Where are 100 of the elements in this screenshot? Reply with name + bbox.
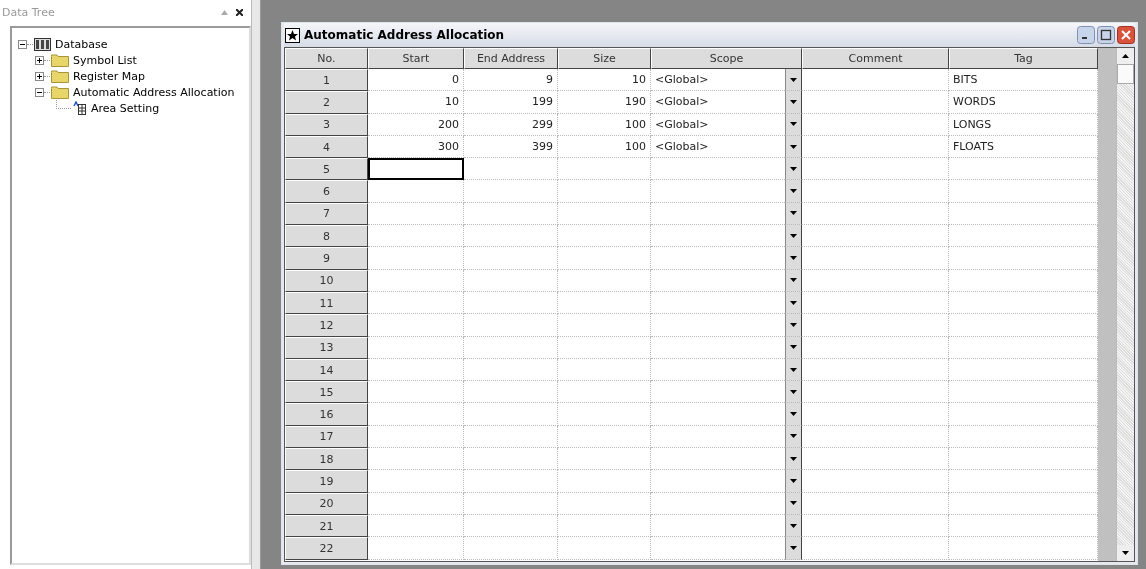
- table-cell[interactable]: [558, 314, 651, 337]
- tree-item[interactable]: Symbol List: [73, 53, 137, 67]
- table-cell[interactable]: [802, 91, 949, 114]
- dropdown-button[interactable]: [785, 202, 802, 226]
- table-cell[interactable]: [368, 425, 464, 449]
- table-cell[interactable]: [558, 448, 651, 471]
- table-cell[interactable]: [368, 492, 464, 515]
- table-cell[interactable]: [558, 158, 651, 181]
- table-cell[interactable]: [464, 425, 558, 449]
- table-cell[interactable]: [802, 314, 949, 337]
- row-number[interactable]: 21: [285, 514, 368, 538]
- table-cell[interactable]: [464, 403, 558, 426]
- table-cell[interactable]: [368, 180, 464, 203]
- table-cell[interactable]: [368, 314, 464, 337]
- maximize-icon[interactable]: [1097, 26, 1115, 44]
- collapse-icon[interactable]: [18, 39, 27, 49]
- collapse-icon[interactable]: [35, 87, 44, 97]
- dropdown-button[interactable]: [785, 158, 802, 181]
- table-cell[interactable]: [464, 202, 558, 226]
- table-cell[interactable]: [802, 470, 949, 493]
- table-cell[interactable]: 299: [464, 113, 558, 136]
- table-cell[interactable]: 199: [464, 91, 558, 114]
- tree-item[interactable]: Automatic Address Allocation: [73, 85, 235, 99]
- row-number[interactable]: 16: [285, 403, 368, 426]
- row-number[interactable]: 14: [285, 358, 368, 382]
- table-cell[interactable]: [464, 381, 558, 404]
- table-cell[interactable]: [802, 158, 949, 181]
- table-cell[interactable]: [802, 225, 949, 248]
- table-cell[interactable]: [464, 336, 558, 359]
- row-number[interactable]: 3: [285, 113, 368, 136]
- table-cell[interactable]: [558, 425, 651, 449]
- dropdown-button[interactable]: [785, 135, 802, 159]
- table-cell[interactable]: [464, 314, 558, 337]
- table-cell[interactable]: [368, 247, 464, 270]
- table-cell[interactable]: 300: [368, 135, 464, 159]
- dropdown-button[interactable]: [785, 470, 802, 493]
- row-number[interactable]: 19: [285, 470, 368, 493]
- close-icon[interactable]: [236, 8, 244, 16]
- table-cell[interactable]: [558, 381, 651, 404]
- dropdown-button[interactable]: [785, 537, 802, 560]
- row-number[interactable]: 8: [285, 225, 368, 248]
- table-cell[interactable]: [464, 537, 558, 560]
- tree-item[interactable]: Area Setting: [91, 101, 160, 115]
- table-cell[interactable]: [368, 336, 464, 359]
- expand-icon[interactable]: [35, 71, 44, 81]
- close-icon[interactable]: [1117, 26, 1135, 44]
- minimize-icon[interactable]: [1077, 26, 1095, 44]
- table-cell[interactable]: [558, 358, 651, 382]
- dropdown-button[interactable]: [785, 381, 802, 404]
- row-number[interactable]: 11: [285, 291, 368, 315]
- row-number[interactable]: 5: [285, 158, 368, 181]
- row-number[interactable]: 6: [285, 180, 368, 203]
- table-cell[interactable]: [802, 247, 949, 270]
- splitter[interactable]: [251, 0, 261, 569]
- table-cell[interactable]: [802, 492, 949, 515]
- table-cell[interactable]: [558, 225, 651, 248]
- dropdown-button[interactable]: [785, 225, 802, 248]
- table-cell[interactable]: [802, 537, 949, 560]
- table-cell[interactable]: [558, 492, 651, 515]
- table-cell[interactable]: [464, 470, 558, 493]
- pin-icon[interactable]: [221, 9, 229, 15]
- table-cell[interactable]: [802, 336, 949, 359]
- row-number[interactable]: 9: [285, 247, 368, 270]
- row-number[interactable]: 17: [285, 425, 368, 449]
- dropdown-button[interactable]: [785, 492, 802, 515]
- table-cell[interactable]: [558, 514, 651, 538]
- dropdown-button[interactable]: [785, 358, 802, 382]
- table-cell[interactable]: [802, 514, 949, 538]
- dropdown-button[interactable]: [785, 91, 802, 114]
- dropdown-button[interactable]: [785, 425, 802, 449]
- table-cell[interactable]: [368, 403, 464, 426]
- table-cell[interactable]: [802, 425, 949, 449]
- table-cell[interactable]: [558, 470, 651, 493]
- row-number[interactable]: 12: [285, 314, 368, 337]
- table-cell[interactable]: 10: [368, 91, 464, 114]
- table-cell[interactable]: [558, 336, 651, 359]
- table-cell[interactable]: [802, 135, 949, 159]
- table-cell[interactable]: [368, 291, 464, 315]
- table-cell[interactable]: [368, 202, 464, 226]
- table-cell[interactable]: [802, 113, 949, 136]
- column-header[interactable]: Size: [558, 48, 651, 69]
- table-cell[interactable]: [558, 247, 651, 270]
- dropdown-button[interactable]: [785, 514, 802, 538]
- table-cell[interactable]: [802, 180, 949, 203]
- table-cell[interactable]: [802, 358, 949, 382]
- table-cell[interactable]: [802, 403, 949, 426]
- row-number[interactable]: 10: [285, 269, 368, 292]
- table-cell[interactable]: 190: [558, 91, 651, 114]
- table-cell[interactable]: [368, 381, 464, 404]
- dropdown-button[interactable]: [785, 180, 802, 203]
- dropdown-button[interactable]: [785, 247, 802, 270]
- table-cell[interactable]: [464, 514, 558, 538]
- table-cell[interactable]: [464, 247, 558, 270]
- column-header[interactable]: Tag: [949, 48, 1098, 69]
- table-cell[interactable]: 100: [558, 113, 651, 136]
- table-cell[interactable]: [464, 158, 558, 181]
- table-cell[interactable]: [802, 291, 949, 315]
- table-cell[interactable]: [464, 492, 558, 515]
- table-cell[interactable]: [802, 381, 949, 404]
- table-cell[interactable]: 9: [464, 69, 558, 92]
